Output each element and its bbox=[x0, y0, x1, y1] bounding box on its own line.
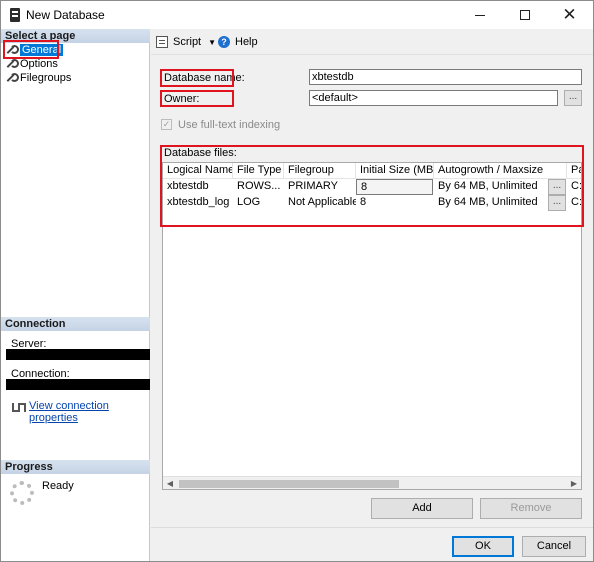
table-row-cell[interactable]: PRIMARY bbox=[284, 179, 356, 195]
page-item-options-label: Options bbox=[20, 58, 58, 70]
table-row-cell[interactable]: ROWS... bbox=[233, 179, 284, 195]
table-row-cell[interactable]: LOG bbox=[233, 195, 284, 211]
minimize-button[interactable] bbox=[457, 1, 502, 29]
server-value-redacted bbox=[6, 349, 150, 360]
help-button[interactable]: ? Help bbox=[218, 36, 258, 48]
page-item-options[interactable]: Options bbox=[5, 57, 58, 71]
view-connection-properties-link[interactable]: View connection properties bbox=[29, 400, 149, 424]
autogrowth-browse-button[interactable]: ... bbox=[548, 195, 566, 211]
progress-spinner-icon bbox=[10, 481, 34, 505]
table-row-cell[interactable]: xbtestdb_log bbox=[163, 195, 233, 211]
table-row-cell[interactable]: By 64 MB, Unlimited bbox=[434, 179, 547, 195]
owner-browse-button[interactable]: ... bbox=[564, 90, 582, 106]
ok-button[interactable]: OK bbox=[452, 536, 514, 557]
page-item-general[interactable]: General bbox=[5, 43, 64, 57]
column-header-logical-name[interactable]: Logical Name bbox=[163, 163, 233, 179]
chevron-down-icon[interactable]: ▼ bbox=[208, 38, 216, 47]
toolbar: Script ▼ ? Help bbox=[151, 29, 593, 55]
full-text-indexing-checkbox[interactable]: ✓ bbox=[161, 119, 172, 130]
column-header-file-type[interactable]: File Type bbox=[233, 163, 284, 179]
full-text-indexing-label: Use full-text indexing bbox=[178, 119, 281, 131]
page-item-filegroups[interactable]: Filegroups bbox=[5, 71, 71, 85]
close-icon: ✕ bbox=[562, 5, 577, 24]
window-title: New Database bbox=[26, 8, 105, 22]
connection-plug-icon bbox=[10, 401, 26, 413]
maximize-button[interactable] bbox=[502, 1, 547, 29]
progress-status: Ready bbox=[42, 480, 74, 492]
title-bar: New Database ✕ bbox=[1, 1, 593, 29]
autogrowth-browse-button[interactable]: ... bbox=[548, 179, 566, 195]
script-label: Script bbox=[173, 36, 202, 48]
horizontal-scrollbar[interactable]: ◀ ▶ bbox=[163, 476, 581, 489]
table-row-cell[interactable]: By 64 MB, Unlimited bbox=[434, 195, 547, 211]
minimize-icon bbox=[474, 14, 485, 16]
wrench-icon bbox=[5, 73, 19, 83]
database-app-icon bbox=[10, 8, 20, 22]
scroll-left-icon[interactable]: ◀ bbox=[163, 477, 177, 489]
select-page-header: Select a page bbox=[1, 29, 150, 43]
left-pane: Select a page General Options Filegroups… bbox=[1, 29, 150, 561]
owner-label: Owner: bbox=[164, 93, 200, 105]
table-row-cell[interactable]: Not Applicable bbox=[284, 195, 356, 211]
cancel-button[interactable]: Cancel bbox=[522, 536, 586, 557]
owner-input[interactable]: <default> bbox=[309, 90, 558, 106]
table-row-cell[interactable]: C: bbox=[567, 195, 581, 211]
help-label: Help bbox=[235, 36, 258, 48]
maximize-icon bbox=[519, 10, 530, 20]
help-icon: ? bbox=[218, 36, 230, 48]
connection-value-redacted bbox=[6, 379, 150, 390]
initial-size-input[interactable]: 8 bbox=[356, 179, 433, 195]
database-name-input[interactable]: xbtestdb bbox=[309, 69, 582, 85]
table-row-cell[interactable]: C: bbox=[567, 179, 581, 195]
table-row-cell[interactable]: 8 bbox=[356, 195, 434, 211]
wrench-icon bbox=[5, 59, 19, 69]
database-files-label: Database files: bbox=[164, 147, 237, 159]
wrench-icon bbox=[5, 45, 19, 55]
page-item-general-label: General bbox=[20, 44, 64, 56]
database-name-label: Database name: bbox=[164, 72, 245, 84]
column-header-initial-size[interactable]: Initial Size (MB) bbox=[356, 163, 434, 179]
close-button[interactable]: ✕ bbox=[547, 1, 592, 29]
remove-button[interactable]: Remove bbox=[480, 498, 582, 519]
database-files-grid: Logical Name File Type Filegroup Initial… bbox=[162, 162, 582, 490]
column-header-autogrowth[interactable]: Autogrowth / Maxsize bbox=[434, 163, 567, 179]
column-header-filegroup[interactable]: Filegroup bbox=[284, 163, 356, 179]
new-database-dialog: New Database ✕ Select a page General Opt… bbox=[0, 0, 594, 562]
table-row-cell[interactable]: xbtestdb bbox=[163, 179, 233, 195]
add-button[interactable]: Add bbox=[371, 498, 473, 519]
script-icon bbox=[156, 36, 168, 48]
connection-header: Connection bbox=[1, 317, 150, 331]
scrollbar-thumb[interactable] bbox=[179, 480, 399, 488]
page-item-filegroups-label: Filegroups bbox=[20, 72, 72, 84]
scroll-right-icon[interactable]: ▶ bbox=[567, 477, 581, 489]
column-header-path[interactable]: Pa bbox=[567, 163, 581, 179]
script-button[interactable]: Script ▼ bbox=[156, 36, 216, 48]
progress-header: Progress bbox=[1, 460, 150, 474]
